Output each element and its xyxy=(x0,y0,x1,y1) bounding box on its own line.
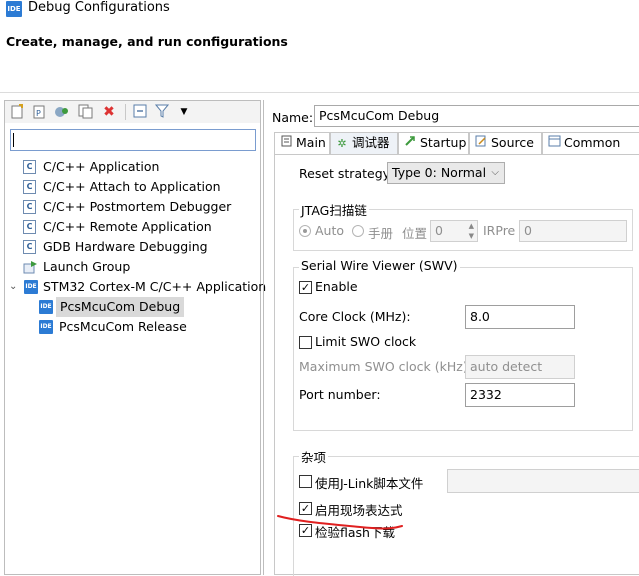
tree-item-label: GDB Hardware Debugging xyxy=(43,239,208,254)
tab-startup[interactable]: Startup xyxy=(398,132,469,154)
c-launch-icon: C xyxy=(23,160,36,174)
tree-item-label: C/C++ Attach to Application xyxy=(43,179,221,194)
swv-group-title: Serial Wire Viewer (SWV) xyxy=(299,258,460,273)
tree-item-label: STM32 Cortex-M C/C++ Application xyxy=(43,279,267,294)
tab-common[interactable]: Common xyxy=(542,132,639,154)
red-annotation-underline xyxy=(277,515,403,530)
dropdown-arrow-icon[interactable]: ▼ xyxy=(176,104,192,120)
source-tab-icon xyxy=(474,134,488,154)
tree-item-label: Launch Group xyxy=(43,259,131,274)
tab-bar: Main ✲ 调试器 Startup Source Common xyxy=(274,132,639,154)
delete-icon[interactable]: ✖ xyxy=(101,104,117,120)
toolbar-separator xyxy=(125,104,126,120)
config-ide-icon: IDE xyxy=(39,300,53,314)
core-clock-label: Core Clock (MHz): xyxy=(299,309,411,324)
export-icon[interactable] xyxy=(53,104,69,120)
jtag-group-title: JTAG扫描链 xyxy=(299,200,369,219)
text-caret xyxy=(13,133,14,147)
tree-item-label: C/C++ Application xyxy=(43,159,160,174)
tab-debugger[interactable]: ✲ 调试器 xyxy=(330,132,398,154)
jtag-manual-label: 手册 xyxy=(368,226,394,241)
jlink-script-label: 使用J-Link脚本文件 xyxy=(315,476,424,491)
name-input[interactable]: PcsMcuCom Debug xyxy=(314,105,639,127)
tree-item-label: C/C++ Remote Application xyxy=(43,219,212,234)
header-divider xyxy=(0,92,639,93)
filter-input[interactable] xyxy=(10,129,256,151)
port-number-label: Port number: xyxy=(299,387,381,402)
startup-tab-icon xyxy=(403,134,417,154)
jtag-irpre-label: IRPre xyxy=(483,223,516,238)
main-tab-icon xyxy=(279,134,293,154)
configuration-tree-panel: P ✖ ▼ C C/C++ Application C C/C++ Attach… xyxy=(4,100,266,575)
launch-group-icon xyxy=(23,260,38,280)
window-title: Debug Configurations xyxy=(28,0,170,15)
jtag-irpre-field[interactable]: 0 xyxy=(519,220,627,242)
stm32-ide-icon: IDE xyxy=(24,280,38,294)
tab-source[interactable]: Source xyxy=(469,132,542,154)
duplicate-icon[interactable] xyxy=(77,104,93,120)
chevron-down-icon[interactable]: ⌄ xyxy=(9,277,17,297)
config-ide-icon: IDE xyxy=(39,320,53,334)
jtag-auto-label: Auto xyxy=(315,223,345,238)
chevron-down-icon: ⌵ xyxy=(491,167,499,178)
reset-strategy-select[interactable]: Type 0: Normal ⌵ xyxy=(387,162,505,184)
filter-icon[interactable] xyxy=(154,104,170,120)
max-swo-label: Maximum SWO clock (kHz): xyxy=(299,359,472,374)
svg-text:P: P xyxy=(36,109,41,118)
jtag-position-label: 位置 xyxy=(402,226,428,241)
c-launch-icon: C xyxy=(23,220,36,234)
port-number-input[interactable]: 2332 xyxy=(465,383,575,407)
new-config-icon[interactable] xyxy=(9,104,25,120)
c-launch-icon: C xyxy=(23,240,36,254)
tree-toolbar: P ✖ ▼ xyxy=(5,101,260,123)
limit-swo-checkbox[interactable] xyxy=(299,336,312,349)
configuration-editor-panel: Name: PcsMcuCom Debug Main ✲ 调试器 Startup … xyxy=(263,100,639,576)
collapse-all-icon[interactable] xyxy=(132,104,148,120)
jlink-script-path-input[interactable] xyxy=(447,469,639,493)
tree-item-label: PcsMcuCom Debug xyxy=(56,297,185,317)
tree-item-label: PcsMcuCom Release xyxy=(59,319,187,334)
c-launch-icon: C xyxy=(23,180,36,194)
tree-item-label: C/C++ Postmortem Debugger xyxy=(43,199,232,214)
jtag-manual-radio[interactable] xyxy=(352,225,364,237)
swv-enable-checkbox[interactable]: ✓ xyxy=(299,281,312,294)
max-swo-input[interactable]: auto detect xyxy=(465,355,575,379)
reset-strategy-label: Reset strategy xyxy=(299,166,391,181)
tab-main[interactable]: Main xyxy=(274,132,330,154)
c-launch-icon: C xyxy=(23,200,36,214)
page-subtitle: Create, manage, and run configurations xyxy=(6,34,288,49)
jlink-script-checkbox[interactable] xyxy=(299,475,312,488)
spinner-arrows-icon[interactable]: ▲ ▼ xyxy=(469,221,474,241)
new-prototype-icon[interactable]: P xyxy=(31,104,47,120)
swv-enable-label: Enable xyxy=(315,279,358,294)
limit-swo-label: Limit SWO clock xyxy=(315,334,417,349)
jtag-position-spinner[interactable]: 0 ▲ ▼ xyxy=(430,220,478,242)
ide-logo-icon: IDE xyxy=(6,1,22,17)
debugger-tab-icon: ✲ xyxy=(337,137,347,150)
misc-group-title: 杂项 xyxy=(299,447,329,466)
jtag-auto-radio[interactable] xyxy=(299,225,311,237)
common-tab-icon xyxy=(547,134,561,154)
name-label: Name: xyxy=(272,110,314,125)
core-clock-input[interactable]: 8.0 xyxy=(465,305,575,329)
